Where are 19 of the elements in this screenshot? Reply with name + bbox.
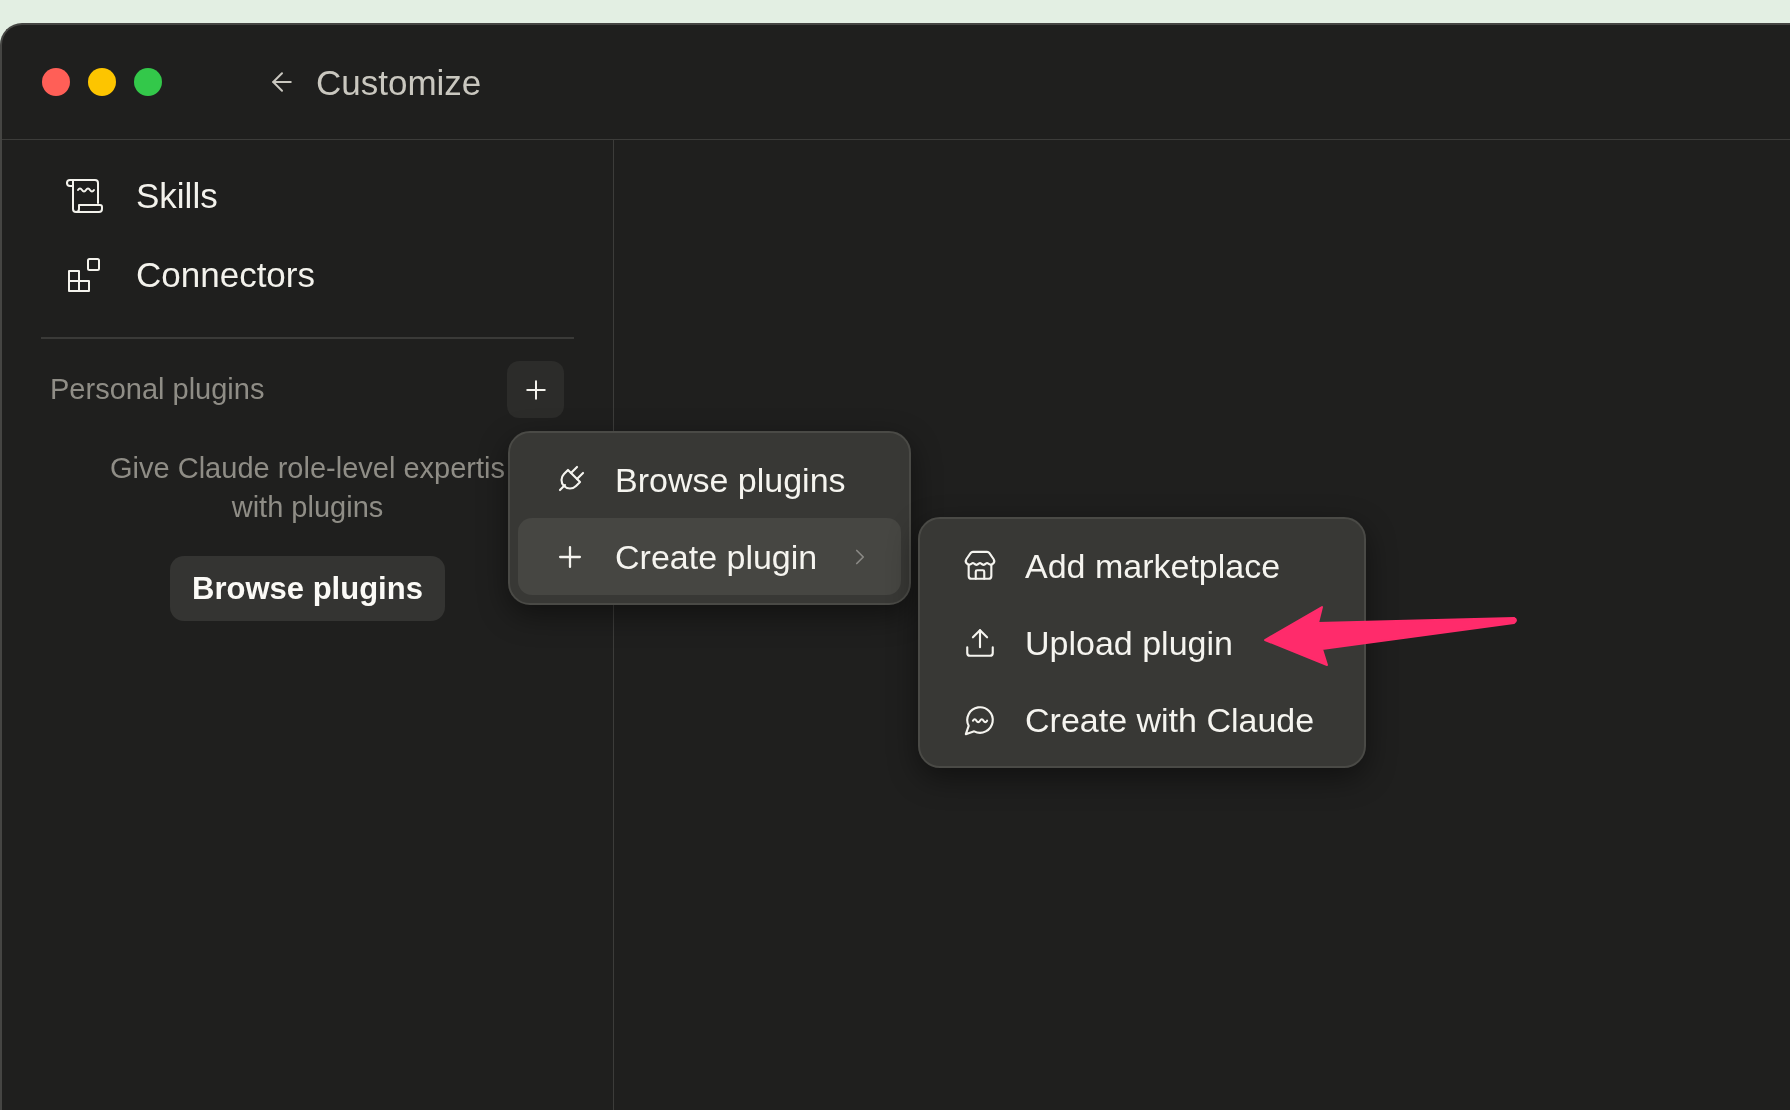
submenu-item[interactable]: Create with Claude [928, 681, 1356, 758]
storefront-icon [963, 548, 997, 583]
zoom-window-icon[interactable] [134, 68, 162, 96]
submenu-item[interactable]: Add marketplace [928, 527, 1356, 604]
section-heading: Personal plugins [50, 375, 265, 404]
blocks-icon [67, 257, 101, 292]
minimize-window-icon[interactable] [88, 68, 116, 96]
menu-item[interactable]: Browse plugins [518, 441, 901, 518]
sidebar-item[interactable]: Connectors [41, 235, 574, 314]
window-title: Customize [316, 64, 482, 100]
browse-plugins-button[interactable]: Browse plugins [170, 556, 445, 621]
annotation-arrow-icon [1263, 604, 1519, 668]
close-window-icon[interactable] [42, 68, 70, 96]
sidebar-item[interactable]: Skills [41, 156, 574, 235]
scroll-icon [65, 177, 103, 214]
add-plugin-button[interactable] [507, 361, 564, 418]
menu-item[interactable]: Create plugin [518, 518, 901, 595]
empty-state-text: Give Claude role-level expertis with plugins [110, 451, 505, 525]
submenu-item[interactable]: Upload plugin [928, 604, 1356, 681]
